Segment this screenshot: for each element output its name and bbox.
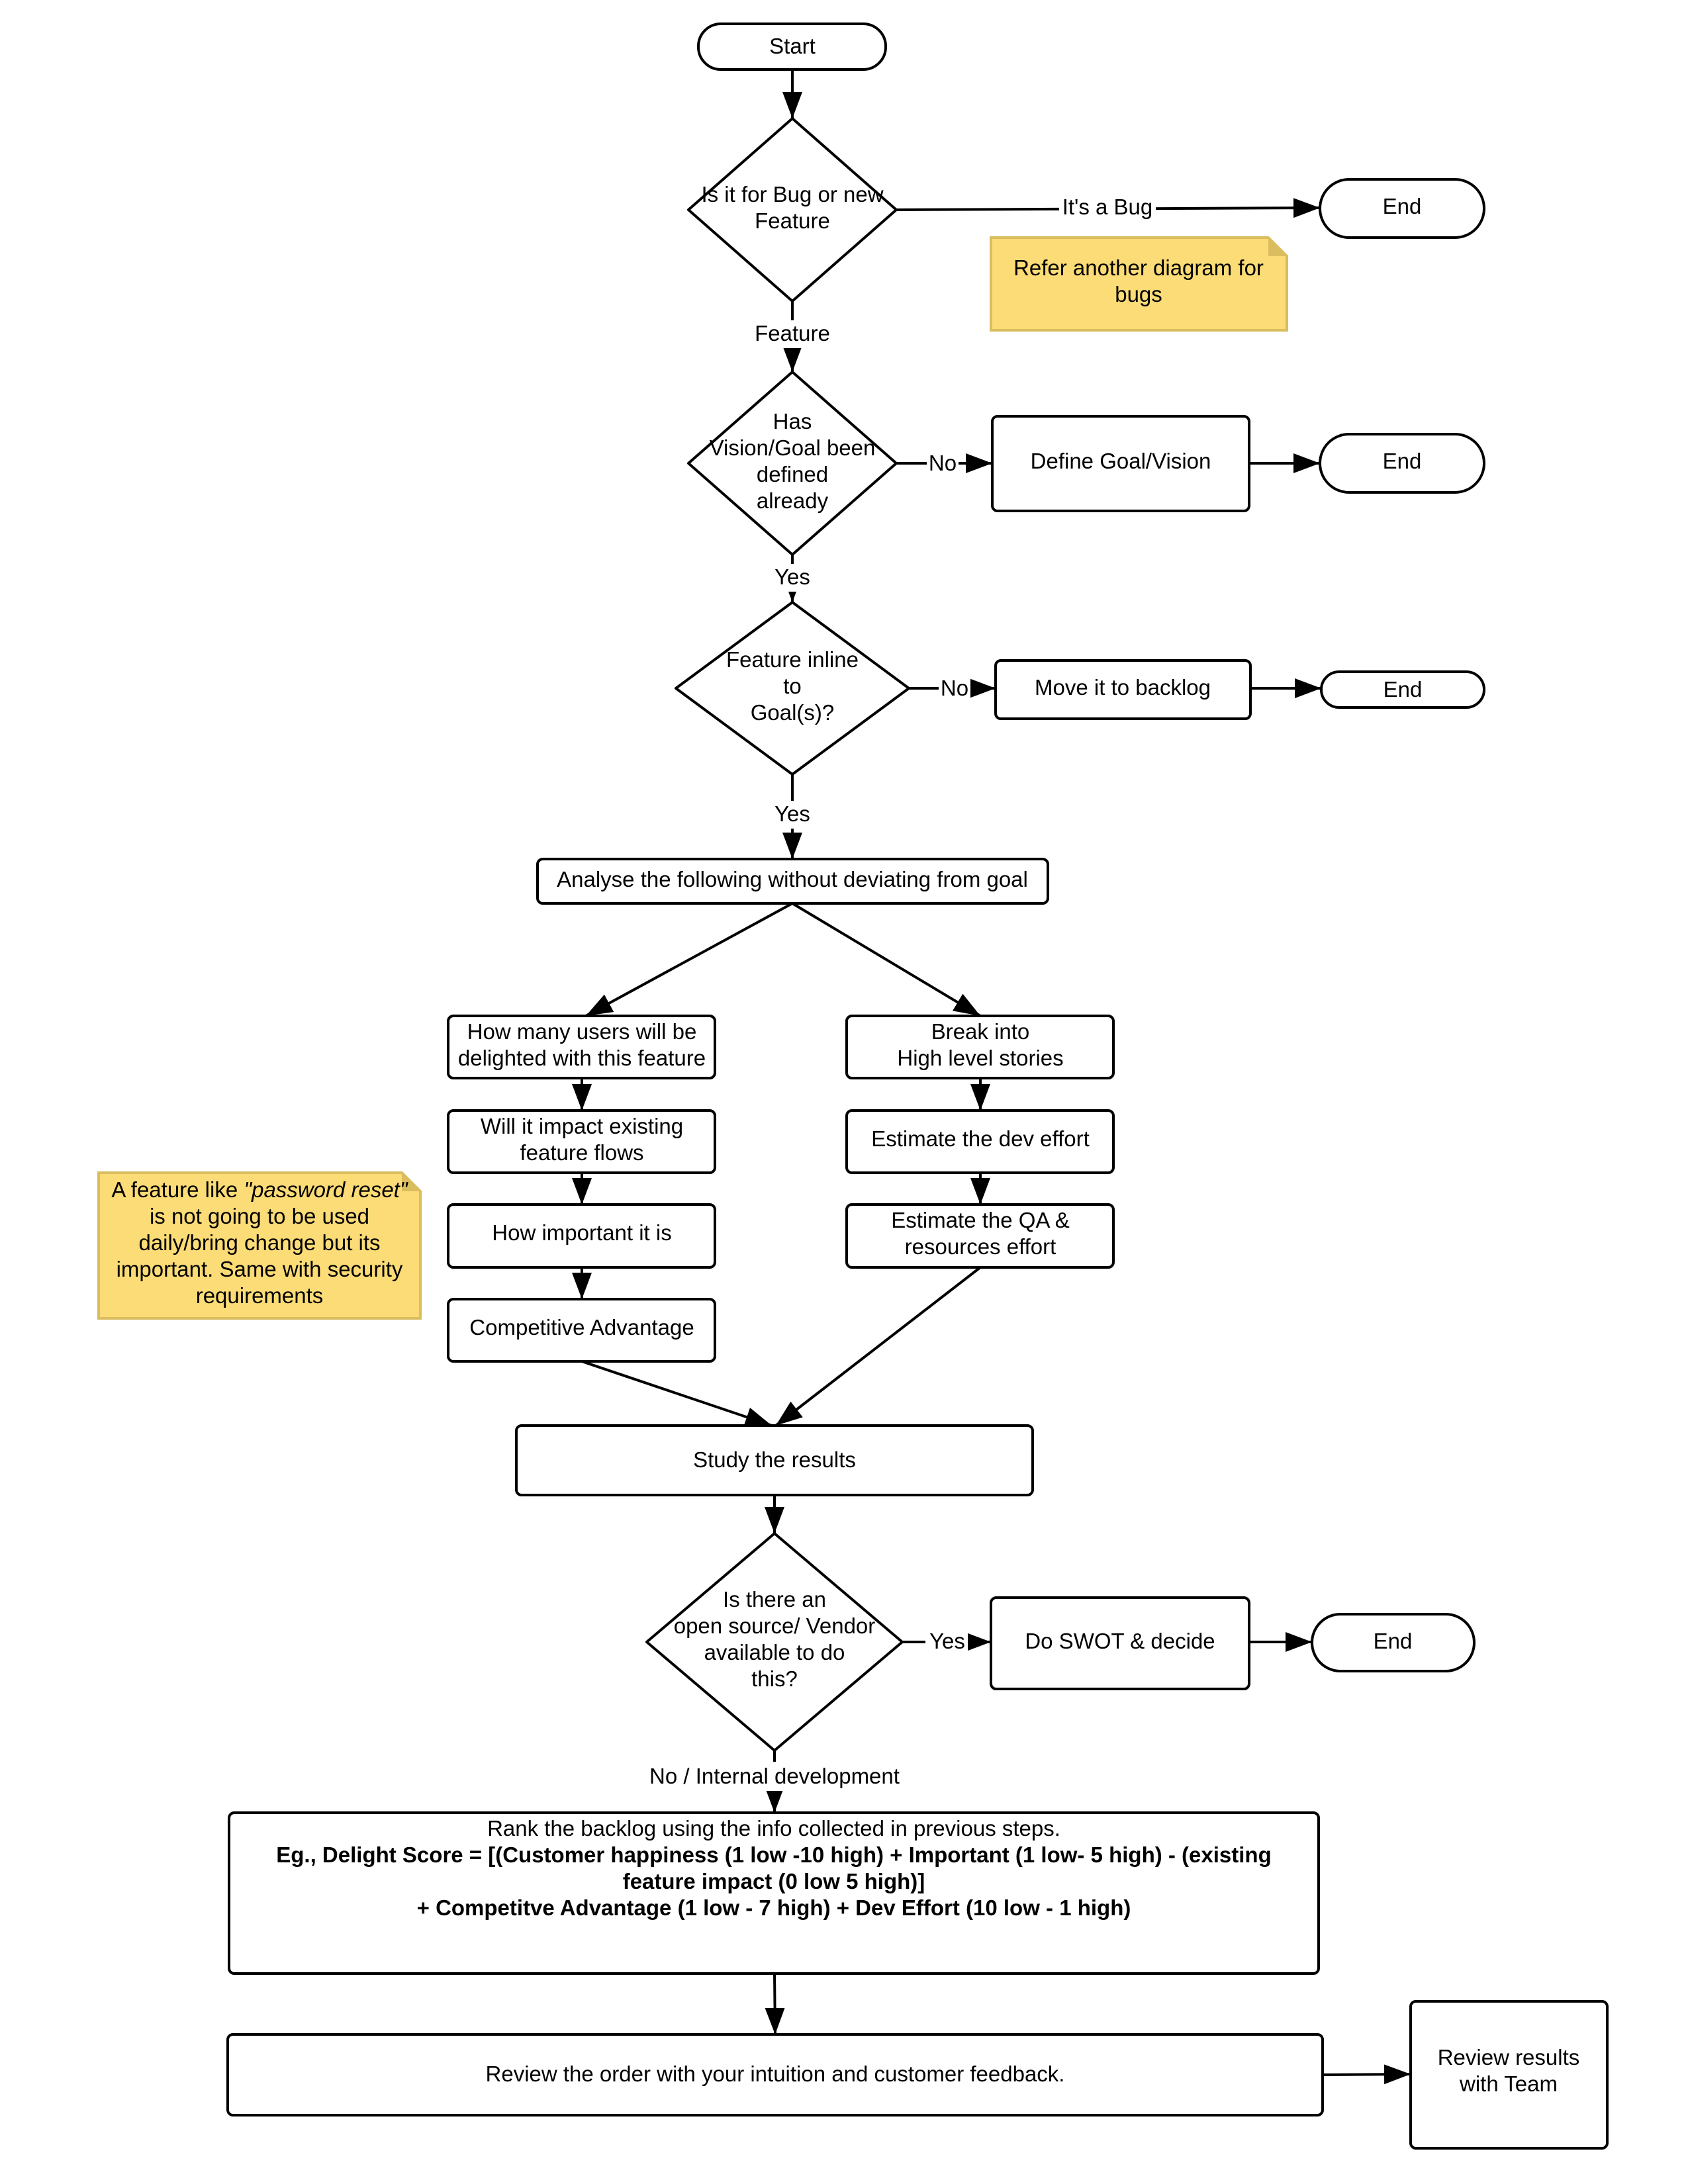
end-backlog-label: End [1383, 677, 1423, 702]
decision-inline-line-2: to [783, 674, 802, 698]
review-order-label: Review the order with your intuition and… [486, 2062, 1065, 2086]
note-password-line-1: A feature like "password reset" [111, 1177, 408, 1202]
decision-vision-line-2: Vision/Goal been [710, 435, 876, 460]
edge-rank-to-review [765, 1973, 785, 2035]
analyse-box[interactable]: Analyse the following without deviating … [536, 858, 1049, 905]
estimate-dev-label: Estimate the dev effort [871, 1126, 1090, 1151]
impact-flows-box[interactable]: Will it impact existing feature flows [447, 1109, 716, 1174]
decision-vendor-line-2: open source/ Vendor [674, 1614, 876, 1638]
edge-label-yes-vision: Yes [774, 565, 810, 589]
break-stories-line-1: Break into [931, 1019, 1030, 1044]
note-password-line-3: daily/bring change but its [138, 1230, 380, 1255]
impact-flows-line-1: Will it impact existing [481, 1114, 683, 1138]
decision-vision-defined[interactable]: Has Vision/Goal been defined already [687, 371, 898, 556]
rank-backlog-box[interactable]: Rank the backlog using the info collecte… [228, 1811, 1320, 1975]
review-order-box[interactable]: Review the order with your intuition and… [226, 2033, 1324, 2116]
start-node[interactable]: Start [697, 23, 887, 71]
define-goal-label: Define Goal/Vision [1031, 449, 1211, 473]
edge-qa-to-study [774, 1266, 982, 1427]
end-node-bug[interactable]: End [1319, 178, 1485, 239]
estimate-qa-box[interactable]: Estimate the QA & resources effort [845, 1203, 1115, 1269]
edge-label-its-a-bug: It's a Bug [1062, 195, 1153, 219]
competitive-advantage-box[interactable]: Competitive Advantage [447, 1298, 716, 1363]
impact-flows-line-2: feature flows [520, 1140, 643, 1165]
note-bugs-line-1: Refer another diagram for [1013, 255, 1264, 280]
move-backlog-label: Move it to backlog [1035, 675, 1211, 700]
swot-box[interactable]: Do SWOT & decide [990, 1596, 1250, 1690]
estimate-qa-line-2: resources effort [905, 1234, 1056, 1259]
users-delighted-line-1: How many users will be [467, 1019, 697, 1044]
move-backlog-box[interactable]: Move it to backlog [994, 659, 1252, 720]
edge-competitive-to-study [581, 1360, 773, 1427]
decision-bug-line-1: Is it for Bug or new [701, 182, 883, 206]
end-bug-label: End [1383, 194, 1422, 218]
edge-label-no-internal: No / Internal development [649, 1764, 900, 1788]
end-node-goal[interactable]: End [1319, 433, 1485, 494]
note-password-line-2: is not going to be used [150, 1204, 369, 1228]
end-goal-label: End [1383, 449, 1422, 473]
edge-analyse-to-users [585, 902, 793, 1017]
rank-backlog-formula-line-2: feature impact (0 low 5 high)] [623, 1869, 925, 1893]
decision-inline-line-1: Feature inline [726, 647, 859, 672]
decision-vendor-line-1: Is there an [723, 1587, 826, 1612]
how-important-label: How important it is [492, 1220, 671, 1245]
decision-vendor-line-3: available to do [704, 1640, 845, 1664]
note-bugs-line-2: bugs [1115, 282, 1162, 306]
note-bugs: Refer another diagram for bugs [990, 236, 1288, 332]
review-team-line-2: with Team [1459, 2071, 1558, 2096]
review-team-line-1: Review results [1438, 2045, 1580, 2070]
users-delighted-box[interactable]: How many users will be delighted with th… [447, 1015, 716, 1079]
swot-label: Do SWOT & decide [1025, 1629, 1215, 1653]
decision-vision-line-1: Has [773, 409, 812, 433]
break-stories-line-2: High level stories [897, 1046, 1063, 1070]
end-node-backlog[interactable]: End [1320, 670, 1485, 709]
end-swot-label: End [1374, 1629, 1413, 1653]
edge-label-no-inline: No [941, 676, 968, 700]
break-stories-box[interactable]: Break into High level stories [845, 1015, 1115, 1079]
note-password-line-4: important. Same with security [117, 1257, 403, 1281]
decision-bug-or-feature[interactable]: Is it for Bug or new Feature [687, 117, 898, 302]
competitive-advantage-label: Competitive Advantage [469, 1315, 694, 1340]
note-password-reset: A feature like "password reset" is not g… [97, 1171, 422, 1320]
analyse-label: Analyse the following without deviating … [557, 867, 1028, 891]
decision-inline-line-3: Goal(s)? [751, 700, 835, 725]
decision-vision-line-3: defined [757, 462, 828, 486]
decision-vision-line-4: already [757, 488, 829, 513]
decision-feature-inline[interactable]: Feature inline to Goal(s)? [675, 601, 910, 776]
edge-review-to-team [1322, 2064, 1411, 2085]
define-goal-box[interactable]: Define Goal/Vision [991, 415, 1250, 512]
end-node-swot[interactable]: End [1311, 1613, 1476, 1672]
edge-label-no-vision: No [929, 451, 957, 475]
decision-vendor[interactable]: Is there an open source/ Vendor availabl… [645, 1532, 904, 1752]
estimate-dev-box[interactable]: Estimate the dev effort [845, 1109, 1115, 1174]
decision-vendor-line-4: this? [751, 1666, 798, 1691]
how-important-box[interactable]: How important it is [447, 1203, 716, 1269]
edge-label-yes-inline: Yes [774, 801, 810, 826]
study-results-label: Study the results [693, 1447, 856, 1472]
edge-label-feature: Feature [755, 321, 830, 345]
edge-label-yes-vendor: Yes [929, 1629, 965, 1653]
start-label: Start [769, 34, 816, 58]
users-delighted-line-2: delighted with this feature [458, 1046, 706, 1070]
study-results-box[interactable]: Study the results [515, 1424, 1034, 1496]
rank-backlog-line-1: Rank the backlog using the info collecte… [487, 1816, 1060, 1841]
rank-backlog-formula-line-3: + Competitve Advantage (1 low - 7 high) … [417, 1895, 1131, 1920]
rank-backlog-formula-line-1: Eg., Delight Score = [(Customer happines… [276, 1843, 1271, 1867]
review-team-box[interactable]: Review results with Team [1409, 2000, 1609, 2150]
estimate-qa-line-1: Estimate the QA & [891, 1208, 1070, 1232]
note-password-line-5: requirements [196, 1283, 324, 1308]
edge-analyse-to-stories [791, 902, 982, 1017]
flowchart-canvas: It's a Bug Feature No Yes No Yes Yes No … [97, 23, 1609, 2150]
decision-bug-line-2: Feature [755, 208, 830, 233]
